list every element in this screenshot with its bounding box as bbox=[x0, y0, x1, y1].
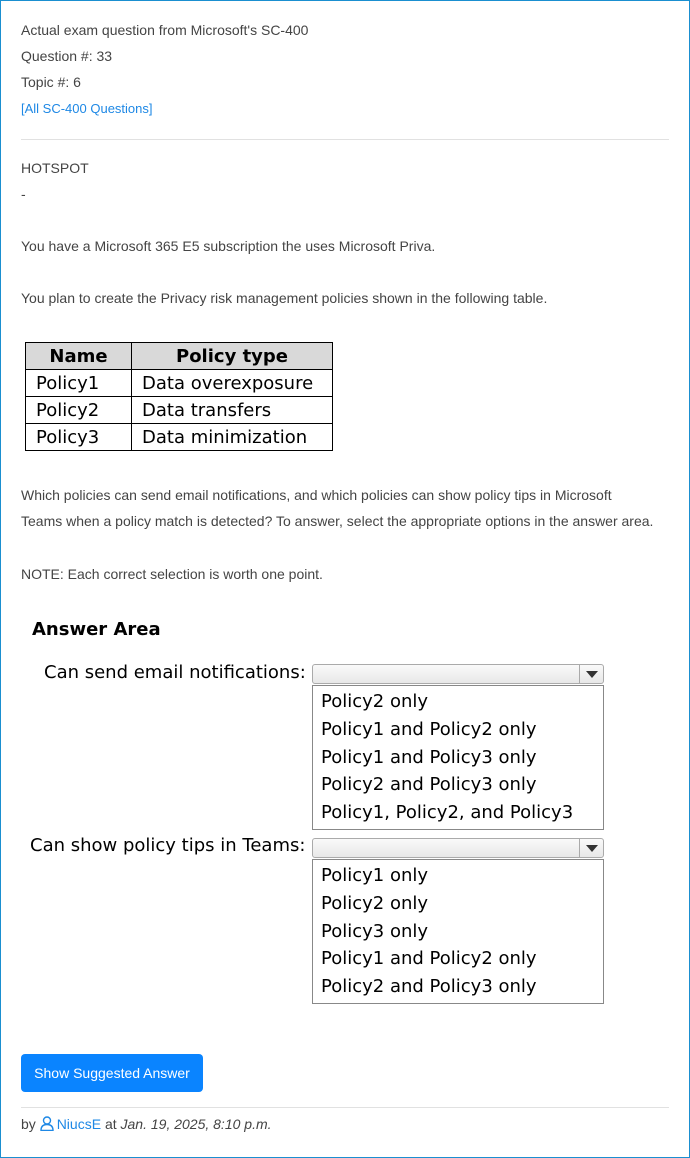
dropdown-option[interactable]: Policy1, Policy2, and Policy3 bbox=[321, 799, 603, 827]
question-paragraph-1: You have a Microsoft 365 E5 subscription… bbox=[21, 238, 436, 254]
post-footer: by NiucsE at Jan. 19, 2025, 8:10 p.m. bbox=[21, 1116, 272, 1132]
policy-tips-options: Policy1 only Policy2 only Policy3 only P… bbox=[312, 859, 604, 1004]
question-number: Question #: 33 bbox=[21, 48, 113, 64]
table-row: Policy2 Data transfers bbox=[25, 396, 333, 424]
policy-type-cell: Data minimization bbox=[131, 423, 333, 451]
exam-title: Actual exam question from Microsoft's SC… bbox=[21, 22, 309, 38]
question-dash: - bbox=[21, 186, 26, 202]
dropdown-option[interactable]: Policy1 and Policy3 only bbox=[321, 744, 603, 772]
policy-table: Name Policy type Policy1 Data overexposu… bbox=[25, 342, 333, 451]
policy-name-cell: Policy2 bbox=[25, 396, 132, 424]
user-link[interactable]: NiucsE bbox=[39, 1116, 105, 1132]
dropdown-option[interactable]: Policy2 only bbox=[321, 890, 603, 918]
question-paragraph-3-line-1: Which policies can send email notificati… bbox=[21, 487, 612, 503]
chevron-down-icon[interactable] bbox=[579, 839, 603, 857]
email-notifications-dropdown[interactable] bbox=[312, 664, 604, 684]
dropdown-option[interactable]: Policy2 and Policy3 only bbox=[321, 973, 603, 1001]
divider bbox=[21, 139, 669, 140]
question-paragraph-3-line-2: Teams when a policy match is detected? T… bbox=[21, 513, 654, 529]
table-header-row: Name Policy type bbox=[25, 342, 333, 370]
policy-tips-label: Can show policy tips in Teams: bbox=[30, 835, 306, 856]
user-icon bbox=[39, 1116, 54, 1131]
at-text: at bbox=[104, 1116, 117, 1132]
question-paragraph-2: You plan to create the Privacy risk mana… bbox=[21, 290, 548, 306]
by-text: by bbox=[21, 1116, 36, 1132]
show-suggested-answer-button[interactable]: Show Suggested Answer bbox=[21, 1054, 203, 1092]
footer-divider bbox=[21, 1107, 669, 1108]
email-notifications-label: Can send email notifications: bbox=[44, 662, 306, 683]
email-notifications-options: Policy2 only Policy1 and Policy2 only Po… bbox=[312, 685, 604, 830]
table-row: Policy3 Data minimization bbox=[25, 423, 333, 451]
username[interactable]: NiucsE bbox=[57, 1116, 101, 1132]
dropdown-option[interactable]: Policy1 only bbox=[321, 862, 603, 890]
question-note: NOTE: Each correct selection is worth on… bbox=[21, 566, 323, 582]
policy-name-cell: Policy1 bbox=[25, 369, 132, 397]
dropdown-option[interactable]: Policy2 and Policy3 only bbox=[321, 771, 603, 799]
dropdown-option[interactable]: Policy3 only bbox=[321, 918, 603, 946]
all-questions-link[interactable]: [All SC-400 Questions] bbox=[21, 101, 153, 116]
policy-type-cell: Data overexposure bbox=[131, 369, 333, 397]
topic-number: Topic #: 6 bbox=[21, 74, 81, 90]
table-row: Policy1 Data overexposure bbox=[25, 369, 333, 397]
column-header: Policy type bbox=[131, 342, 333, 370]
dropdown-option[interactable]: Policy1 and Policy2 only bbox=[321, 716, 603, 744]
answer-area-title: Answer Area bbox=[32, 619, 161, 640]
dropdown-option[interactable]: Policy1 and Policy2 only bbox=[321, 945, 603, 973]
policy-tips-dropdown[interactable] bbox=[312, 838, 604, 858]
chevron-down-icon[interactable] bbox=[579, 665, 603, 683]
dropdown-option[interactable]: Policy2 only bbox=[321, 688, 603, 716]
policy-name-cell: Policy3 bbox=[25, 423, 132, 451]
column-header: Name bbox=[25, 342, 132, 370]
policy-type-cell: Data transfers bbox=[131, 396, 333, 424]
post-date: Jan. 19, 2025, 8:10 p.m. bbox=[120, 1116, 272, 1132]
question-type: HOTSPOT bbox=[21, 160, 89, 176]
